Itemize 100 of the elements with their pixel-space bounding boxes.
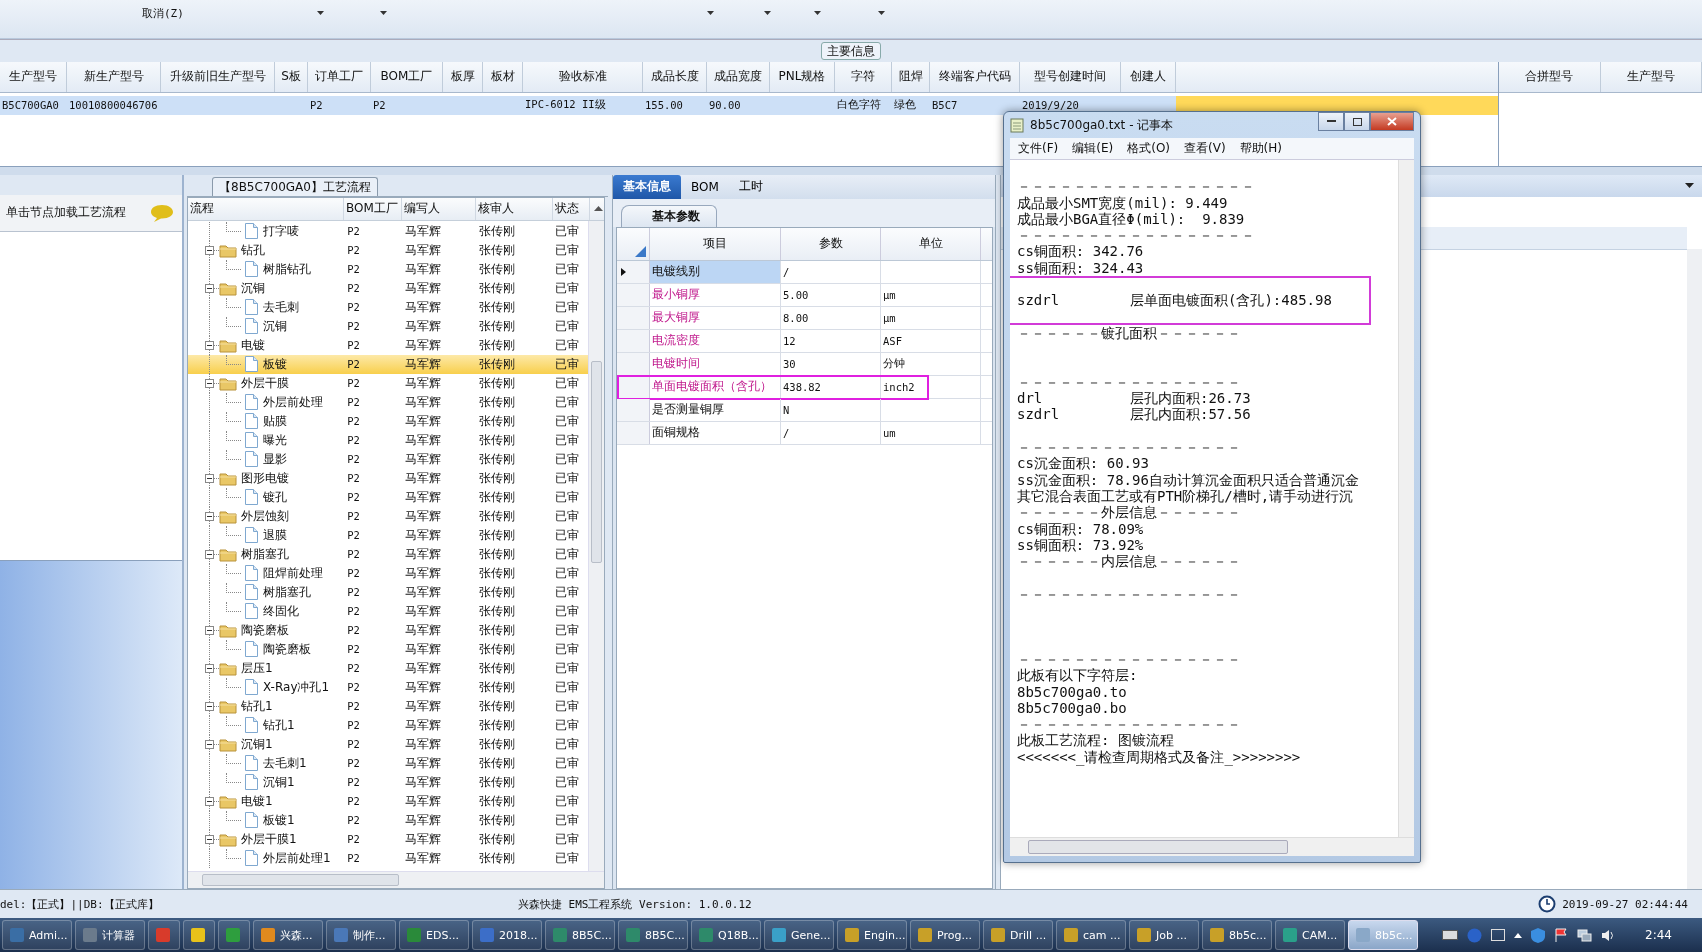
maximize-button[interactable] [1344, 112, 1370, 131]
tree-row[interactable]: 陶瓷磨板 P2 马军辉 张传刚 已审 [188, 620, 588, 640]
dropdown-arrow-icon[interactable] [878, 11, 885, 15]
tab[interactable]: BOM [681, 174, 729, 199]
taskbar-button[interactable]: Engin... [837, 920, 907, 951]
menu-item[interactable]: 查看(V) [1184, 140, 1226, 157]
tree-row[interactable]: 打字唛 P2 马军辉 张传刚 已审 [188, 221, 588, 241]
collapse-toggle-icon[interactable] [205, 625, 214, 635]
column-header[interactable]: 创建人 [1121, 61, 1176, 92]
column-header[interactable]: 核审人 [476, 197, 553, 220]
tree-row[interactable]: 外层蚀刻 P2 马军辉 张传刚 已审 [188, 506, 588, 526]
collapse-toggle-icon[interactable] [205, 473, 214, 483]
tree-row[interactable]: 层压1 P2 马军辉 张传刚 已审 [188, 658, 588, 678]
tree-row[interactable]: 阻焊前处理 P2 马军辉 张传刚 已审 [188, 563, 588, 583]
column-header[interactable]: 成品宽度 [707, 61, 770, 92]
column-header[interactable]: 验收标准 [523, 61, 643, 92]
taskbar-button[interactable]: EDS... [399, 920, 469, 951]
sub-tab[interactable]: 基本参数 [621, 204, 717, 227]
tree-row[interactable]: 树脂塞孔 P2 马军辉 张传刚 已审 [188, 544, 588, 564]
column-header[interactable]: 合拼型号 [1499, 61, 1601, 92]
tree-row[interactable]: X-Ray冲孔1 P2 马军辉 张传刚 已审 [188, 677, 588, 697]
column-header[interactable]: 订单工厂 [308, 61, 371, 92]
tree-row[interactable]: 陶瓷磨板 P2 马军辉 张传刚 已审 [188, 639, 588, 659]
minimize-button[interactable] [1318, 112, 1344, 131]
collapse-toggle-icon[interactable] [205, 378, 214, 388]
vertical-scrollbar[interactable] [1398, 160, 1414, 837]
column-header[interactable]: 生产型号 [1600, 61, 1702, 92]
close-button[interactable] [1370, 112, 1414, 131]
column-header[interactable]: 字符 [835, 61, 892, 92]
tab[interactable]: 基本信息 [613, 174, 681, 199]
tree-row[interactable]: 外层干膜 P2 马军辉 张传刚 已审 [188, 373, 588, 393]
tree-row[interactable]: 显影 P2 马军辉 张传刚 已审 [188, 449, 588, 469]
taskbar-button[interactable] [183, 920, 215, 951]
scroll-up-arrow-icon[interactable] [594, 206, 603, 212]
collapse-toggle-icon[interactable] [205, 549, 214, 559]
taskbar-button[interactable]: 2018... [472, 920, 542, 951]
menu-item[interactable]: 帮助(H) [1239, 140, 1282, 157]
taskbar-button[interactable]: 8B5C... [545, 920, 615, 951]
dropdown-arrow-icon[interactable] [707, 11, 714, 15]
taskbar-button[interactable]: 兴森... [253, 920, 323, 951]
taskbar-button[interactable]: CAM... [1275, 920, 1345, 951]
taskbar-button[interactable]: Q18B... [691, 920, 761, 951]
tree-row[interactable]: 树脂钻孔 P2 马军辉 张传刚 已审 [188, 259, 588, 279]
tree-row[interactable]: 电镀 P2 马军辉 张传刚 已审 [188, 335, 588, 355]
tree-row[interactable]: 贴膜 P2 马军辉 张传刚 已审 [188, 411, 588, 431]
collapse-toggle-icon[interactable] [205, 340, 214, 350]
tree-row[interactable]: 钻孔1 P2 马军辉 张传刚 已审 [188, 715, 588, 735]
column-header[interactable]: 参数 [781, 227, 881, 260]
cancel-menu-item[interactable]: 取消(Z) [142, 6, 184, 21]
dropdown-arrow-icon[interactable] [814, 11, 821, 15]
column-header[interactable]: 新生产型号 [67, 61, 161, 92]
taskbar-clock[interactable]: 2:44 [1645, 928, 1672, 943]
column-header[interactable]: BOM工厂 [371, 61, 443, 92]
dropdown-arrow-icon[interactable] [764, 11, 771, 15]
window-icon[interactable] [1491, 929, 1506, 942]
collapse-toggle-icon[interactable] [205, 283, 214, 293]
column-header[interactable]: 状态 [553, 197, 590, 220]
taskbar-button[interactable]: Job ... [1129, 920, 1199, 951]
tree-row[interactable]: 板镀 P2 马军辉 张传刚 已审 [188, 354, 588, 374]
dropdown-arrow-icon[interactable] [380, 11, 387, 15]
tree-row[interactable]: 钻孔 P2 马军辉 张传刚 已审 [188, 240, 588, 260]
column-header[interactable]: S板 [275, 61, 308, 92]
taskbar-button[interactable]: Prog... [910, 920, 980, 951]
dropdown-arrow-icon[interactable] [317, 11, 324, 15]
tree-row[interactable]: 板镀1 P2 马军辉 张传刚 已审 [188, 810, 588, 830]
taskbar-button[interactable] [148, 920, 180, 951]
taskbar-button[interactable]: 8b5c... [1202, 920, 1272, 951]
column-header[interactable]: 升级前旧生产型号 [161, 61, 275, 92]
column-header[interactable]: 单位 [881, 227, 981, 260]
collapse-toggle-icon[interactable] [205, 739, 214, 749]
taskbar-button[interactable]: Admi... [2, 920, 72, 951]
taskbar-button[interactable] [218, 920, 250, 951]
tree-row[interactable]: 电镀1 P2 马军辉 张传刚 已审 [188, 791, 588, 811]
menu-item[interactable]: 文件(F) [1018, 140, 1059, 157]
tree-row[interactable]: 沉铜 P2 马军辉 张传刚 已审 [188, 316, 588, 336]
taskbar-button[interactable]: 8B5C... [618, 920, 688, 951]
taskbar-button[interactable]: cam ... [1056, 920, 1126, 951]
column-header[interactable]: 终端客户代码 [930, 61, 1020, 92]
vertical-scrollbar[interactable] [588, 220, 604, 872]
tree-row[interactable]: 镀孔 P2 马军辉 张传刚 已审 [188, 487, 588, 507]
collapse-toggle-icon[interactable] [205, 511, 214, 521]
column-header[interactable]: 编写人 [402, 197, 476, 220]
taskbar-button[interactable]: Drill ... [983, 920, 1053, 951]
column-header[interactable]: PNL规格 [770, 61, 835, 92]
column-header[interactable]: 型号创建时间 [1020, 61, 1121, 92]
caret-up-icon[interactable] [1514, 932, 1523, 938]
collapse-toggle-icon[interactable] [205, 663, 214, 673]
tree-row[interactable]: 外层前处理1 P2 马军辉 张传刚 已审 [188, 848, 588, 868]
taskbar-button[interactable]: 制作... [326, 920, 396, 951]
network-icon[interactable] [1577, 928, 1593, 942]
column-header[interactable]: 成品长度 [643, 61, 707, 92]
tree-row[interactable]: 沉铜1 P2 马军辉 张传刚 已审 [188, 772, 588, 792]
tree-row[interactable]: 曝光 P2 马军辉 张传刚 已审 [188, 430, 588, 450]
column-header[interactable]: 阻焊 [892, 61, 930, 92]
column-header[interactable]: 板厚 [443, 61, 483, 92]
tree-row[interactable]: 外层前处理 P2 马军辉 张传刚 已审 [188, 392, 588, 412]
keyboard-icon[interactable] [1442, 929, 1459, 942]
column-header[interactable]: 项目 [650, 227, 781, 260]
collapse-toggle-icon[interactable] [205, 245, 214, 255]
tree-row[interactable]: 退膜 P2 马军辉 张传刚 已审 [188, 525, 588, 545]
